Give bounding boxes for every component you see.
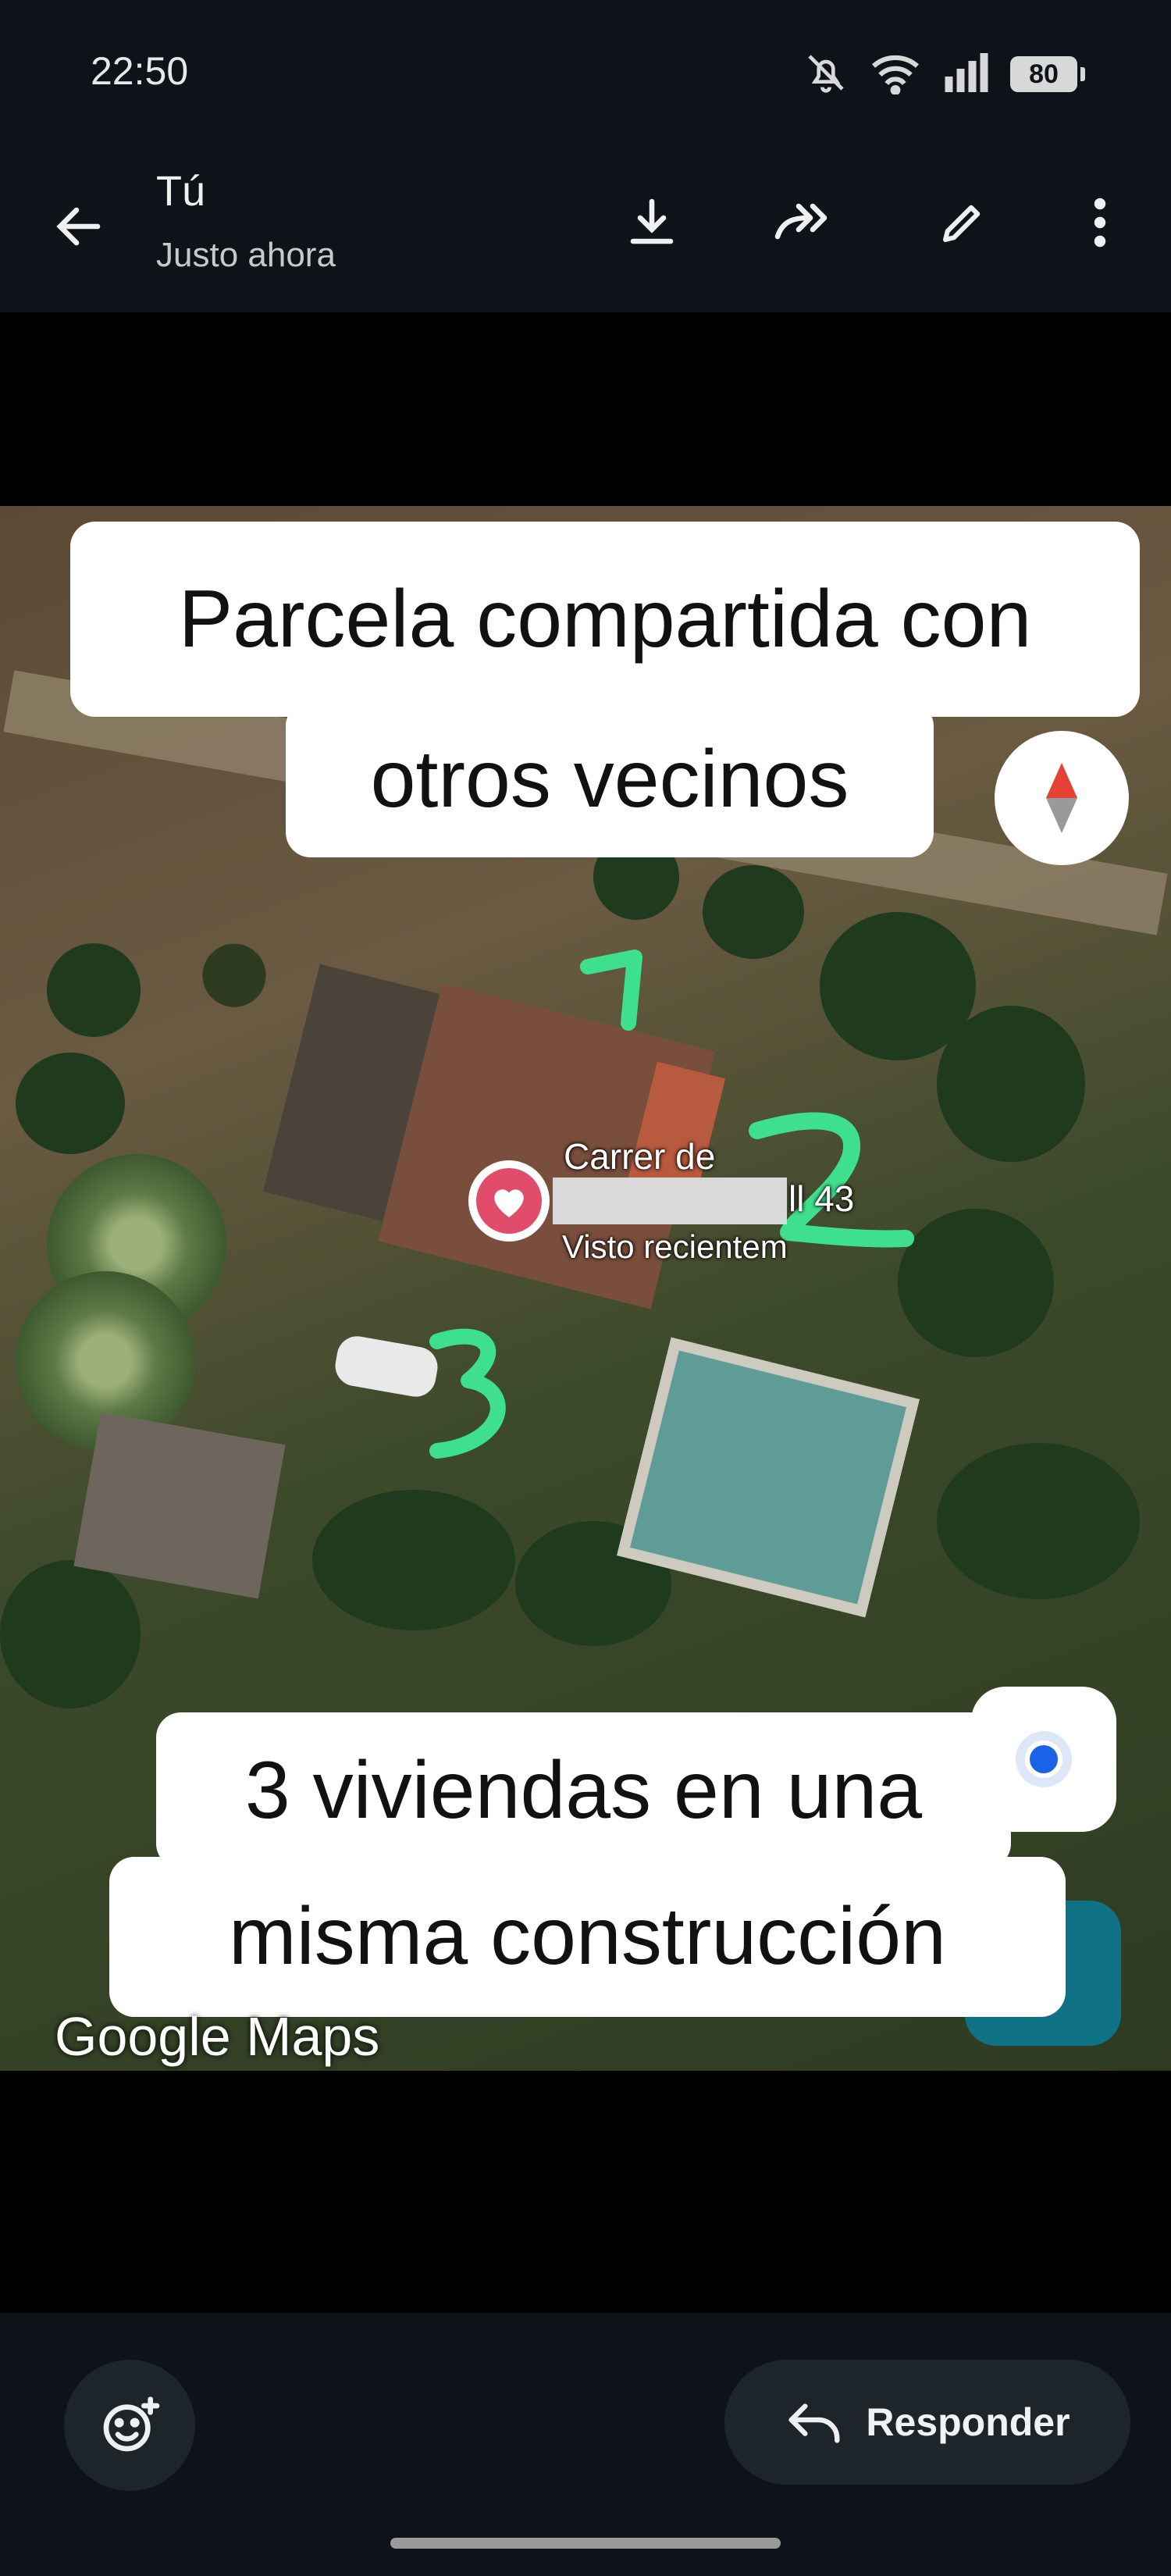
wifi-icon	[868, 51, 923, 98]
add-emoji-icon	[103, 2396, 160, 2452]
tree	[0, 1560, 141, 1708]
download-button[interactable]	[617, 187, 687, 258]
reply-label: Responder	[866, 2400, 1070, 2444]
place-label-recently-viewed: Visto recientem	[562, 1228, 788, 1265]
forward-button[interactable]	[768, 187, 838, 258]
react-button[interactable]	[64, 2360, 195, 2491]
tree	[16, 1053, 125, 1154]
tree	[937, 1443, 1140, 1599]
caption-top-line-1: Parcela compartida con	[70, 522, 1140, 717]
heart-icon	[476, 1168, 542, 1234]
forward-icon	[774, 203, 828, 240]
caption-bottom-line-2: misma construcción	[109, 1857, 1066, 2017]
status-icons: 80	[804, 47, 1085, 102]
mute-icon	[804, 51, 848, 98]
more-options-button[interactable]	[1065, 187, 1135, 258]
tree	[937, 1006, 1085, 1162]
place-label-number: ll 43	[788, 1178, 855, 1219]
location-dot-icon	[1016, 1731, 1072, 1787]
place-label-street: Carrer de	[564, 1136, 716, 1177]
home-indicator[interactable]	[390, 2538, 781, 2549]
battery-icon: 80	[1010, 56, 1085, 92]
redacted-address	[553, 1178, 787, 1224]
reply-icon	[788, 2403, 840, 2443]
edit-button[interactable]	[927, 187, 998, 258]
saved-place-marker[interactable]	[468, 1160, 550, 1242]
back-arrow-icon	[56, 207, 101, 246]
download-icon	[630, 198, 674, 244]
shed-roof	[73, 1412, 286, 1599]
status-time: 22:50	[91, 49, 189, 93]
more-vert-icon	[1094, 198, 1106, 248]
annotation-number-3	[429, 1328, 506, 1459]
message-time: Justo ahora	[156, 236, 336, 274]
google-maps-watermark: Google Maps	[55, 2006, 380, 2067]
reply-button[interactable]: Responder	[724, 2360, 1130, 2485]
edit-icon	[942, 205, 981, 243]
compass-button[interactable]	[995, 731, 1129, 865]
caption-top-line-2: otros vecinos	[286, 701, 934, 857]
back-button[interactable]	[44, 191, 114, 262]
caption-bottom-line-1: 3 viviendas en una	[156, 1712, 1011, 1869]
tree	[312, 1490, 515, 1630]
annotation-number-1	[580, 950, 642, 1031]
tree	[703, 865, 804, 959]
tree	[898, 1209, 1054, 1357]
sender-name: Tú	[156, 168, 206, 215]
shared-image[interactable]: Carrer de ll 43 Visto recientem otros ve…	[0, 506, 1171, 2071]
compass-icon	[1046, 763, 1077, 833]
tree	[47, 943, 141, 1037]
signal-icon	[943, 52, 990, 96]
